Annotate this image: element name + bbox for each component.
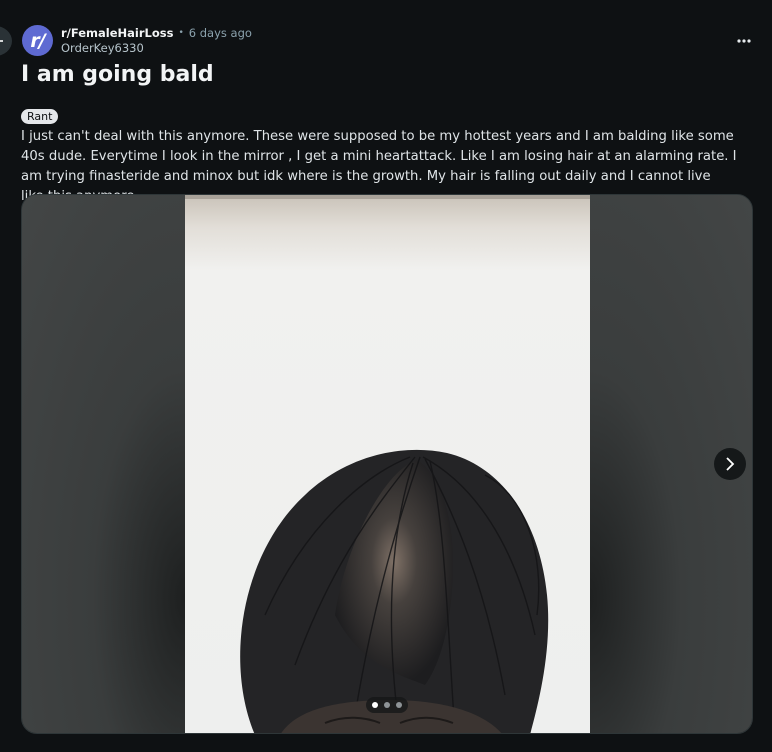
gallery-pager [366,697,408,713]
gallery-image[interactable] [185,195,590,733]
meta-separator: • [178,28,184,38]
gallery-backdrop-left [22,195,185,733]
avatar-text: r/ [30,29,45,52]
post-page: r/ r/FemaleHairLoss • 6 days ago OrderKe… [0,0,772,752]
image-gallery[interactable] [21,194,753,734]
post-overflow-menu-button[interactable] [729,29,759,53]
post-title: I am going bald [21,62,214,87]
post-meta: r/FemaleHairLoss • 6 days ago OrderKey63… [61,26,252,56]
pager-dot-2[interactable] [384,702,390,708]
post-timestamp: 6 days ago [188,26,252,40]
subreddit-avatar[interactable]: r/ [22,25,53,56]
scalp-photo-illustration [185,195,590,733]
gallery-next-button[interactable] [714,448,746,480]
post-flair[interactable]: Rant [21,109,59,124]
subreddit-link[interactable]: r/FemaleHairLoss [61,26,173,41]
chevron-right-icon [726,457,735,471]
arrow-left-icon [0,40,3,42]
back-button[interactable] [0,26,12,56]
more-horizontal-icon [737,39,751,43]
author-link[interactable]: OrderKey6330 [61,41,252,56]
pager-dot-3[interactable] [396,702,402,708]
pager-dot-1[interactable] [372,702,378,708]
